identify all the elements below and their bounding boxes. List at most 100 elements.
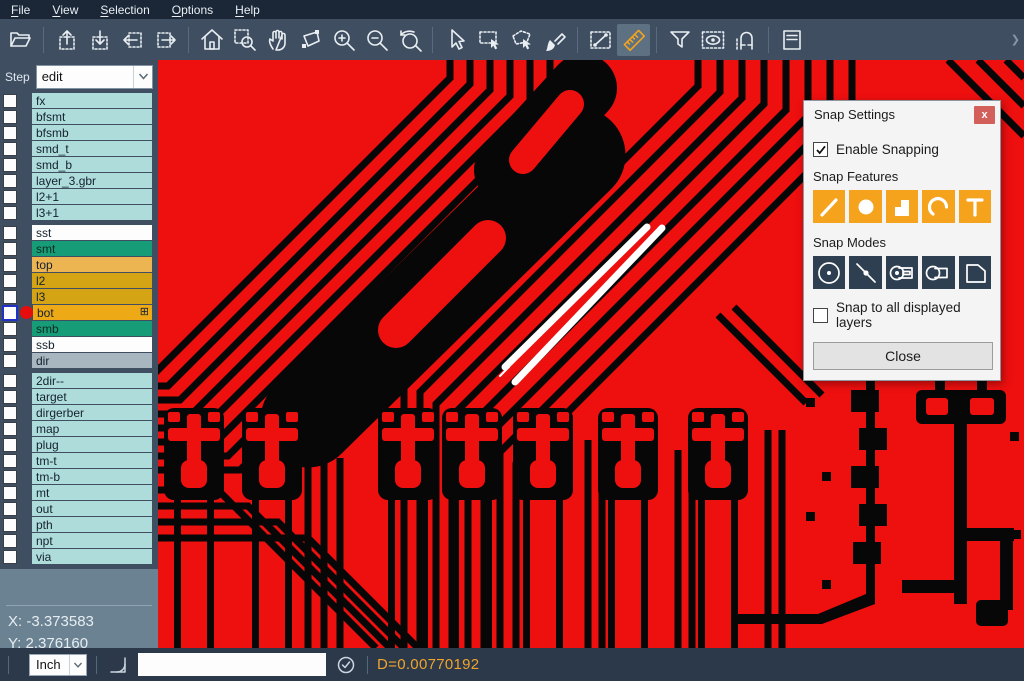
measure-distance-button[interactable] bbox=[584, 24, 617, 56]
layer-label[interactable]: l3 bbox=[32, 289, 152, 304]
select-arrow-button[interactable] bbox=[439, 24, 472, 56]
unit-select[interactable]: Inch bbox=[29, 654, 87, 676]
pan-down-button[interactable] bbox=[83, 24, 116, 56]
pan-hand-button[interactable] bbox=[261, 24, 294, 56]
layer-label[interactable]: pth bbox=[32, 517, 152, 532]
layer-label[interactable]: smt bbox=[32, 241, 152, 256]
home-view-button[interactable] bbox=[195, 24, 228, 56]
step-select[interactable]: edit bbox=[36, 65, 153, 89]
layer-label[interactable]: 2dir-- bbox=[32, 373, 152, 388]
snap-feature-text-button[interactable] bbox=[959, 190, 991, 223]
layer-checkbox[interactable] bbox=[3, 486, 17, 500]
layer-checkbox[interactable] bbox=[3, 274, 17, 288]
layer-label[interactable]: target bbox=[32, 389, 152, 404]
menu-item-file[interactable]: File bbox=[0, 0, 41, 19]
view-box-button[interactable] bbox=[696, 24, 729, 56]
layer-label[interactable]: l3+1 bbox=[32, 205, 152, 220]
snap-mode-contour-corner-button[interactable] bbox=[959, 256, 991, 289]
filter-button[interactable] bbox=[663, 24, 696, 56]
layer-checkbox[interactable] bbox=[3, 406, 17, 420]
layer-label[interactable]: npt bbox=[32, 533, 152, 548]
layer-checkbox[interactable] bbox=[2, 305, 18, 321]
refresh-check-icon[interactable] bbox=[334, 653, 358, 677]
layer-checkbox[interactable] bbox=[3, 242, 17, 256]
layer-label[interactable]: bfsmb bbox=[32, 125, 152, 140]
layer-label[interactable]: l2 bbox=[32, 273, 152, 288]
snap-feature-surface-button[interactable] bbox=[886, 190, 918, 223]
layer-checkbox[interactable] bbox=[3, 518, 17, 532]
layer-label[interactable]: top bbox=[32, 257, 152, 272]
dialog-title-bar[interactable]: Snap Settings x bbox=[804, 101, 1000, 128]
layer-label[interactable]: map bbox=[32, 421, 152, 436]
layer-label[interactable]: mt bbox=[32, 485, 152, 500]
all-layers-checkbox[interactable] bbox=[813, 308, 828, 323]
layer-checkbox[interactable] bbox=[3, 502, 17, 516]
enable-snapping-checkbox[interactable] bbox=[813, 142, 828, 157]
layer-checkbox[interactable] bbox=[3, 206, 17, 220]
snap-magnet-button[interactable] bbox=[729, 24, 762, 56]
layer-checkbox[interactable] bbox=[3, 94, 17, 108]
layer-checkbox[interactable] bbox=[3, 354, 17, 368]
layer-label[interactable]: smb bbox=[32, 321, 152, 336]
layer-checkbox[interactable] bbox=[3, 226, 17, 240]
menu-item-view[interactable]: View bbox=[41, 0, 89, 19]
zoom-in-button[interactable] bbox=[327, 24, 360, 56]
layer-checkbox[interactable] bbox=[3, 190, 17, 204]
layer-checkbox[interactable] bbox=[3, 126, 17, 140]
select-rectangle-button[interactable] bbox=[472, 24, 505, 56]
zoom-previous-button[interactable] bbox=[393, 24, 426, 56]
pan-left-button[interactable] bbox=[116, 24, 149, 56]
layer-label[interactable]: l2+1 bbox=[32, 189, 152, 204]
layer-checkbox[interactable] bbox=[3, 454, 17, 468]
layer-label[interactable]: smd_b bbox=[32, 157, 152, 172]
zoom-out-button[interactable] bbox=[360, 24, 393, 56]
snap-feature-line-button[interactable] bbox=[813, 190, 845, 223]
layer-checkbox[interactable] bbox=[3, 338, 17, 352]
layer-checkbox[interactable] bbox=[3, 158, 17, 172]
layer-checkbox[interactable] bbox=[3, 390, 17, 404]
layer-checkbox[interactable] bbox=[3, 110, 17, 124]
layer-label[interactable]: tm-b bbox=[32, 469, 152, 484]
layer-label[interactable]: ssb bbox=[32, 337, 152, 352]
layer-checkbox[interactable] bbox=[3, 322, 17, 336]
layer-label[interactable]: layer_3.gbr bbox=[32, 173, 152, 188]
snap-mode-pad-entry-button[interactable] bbox=[886, 256, 918, 289]
layer-label[interactable]: bot⊞ bbox=[33, 305, 152, 320]
snap-mode-pad-outline-button[interactable] bbox=[922, 256, 954, 289]
layer-label[interactable]: fx bbox=[32, 93, 152, 108]
layer-checkbox[interactable] bbox=[3, 470, 17, 484]
pan-up-button[interactable] bbox=[50, 24, 83, 56]
open-file-button[interactable] bbox=[4, 24, 37, 56]
angle-measure-icon[interactable] bbox=[106, 653, 130, 677]
pan-right-button[interactable] bbox=[149, 24, 182, 56]
layer-label[interactable]: tm-t bbox=[32, 453, 152, 468]
layer-checkbox[interactable] bbox=[3, 534, 17, 548]
menu-item-selection[interactable]: Selection bbox=[89, 0, 160, 19]
layer-checkbox[interactable] bbox=[3, 374, 17, 388]
layer-checkbox[interactable] bbox=[3, 422, 17, 436]
layer-label[interactable]: out bbox=[32, 501, 152, 516]
ruler-button[interactable] bbox=[617, 24, 650, 56]
layer-checkbox[interactable] bbox=[3, 550, 17, 564]
layer-label[interactable]: dir bbox=[32, 353, 152, 368]
snap-feature-pad-button[interactable] bbox=[849, 190, 881, 223]
layer-label[interactable]: dirgerber bbox=[32, 405, 152, 420]
layers-panel-button[interactable] bbox=[775, 24, 808, 56]
snap-feature-arc-button[interactable] bbox=[922, 190, 954, 223]
layer-label[interactable]: bfsmt bbox=[32, 109, 152, 124]
snap-mode-pad-center-button[interactable] bbox=[813, 256, 845, 289]
layer-label[interactable]: sst bbox=[32, 225, 152, 240]
layer-checkbox[interactable] bbox=[3, 290, 17, 304]
layer-label[interactable]: smd_t bbox=[32, 141, 152, 156]
layer-checkbox[interactable] bbox=[3, 438, 17, 452]
transform-polygon-button[interactable] bbox=[294, 24, 327, 56]
close-button[interactable]: Close bbox=[813, 342, 993, 370]
layer-label[interactable]: plug bbox=[32, 437, 152, 452]
close-icon[interactable]: x bbox=[974, 106, 995, 124]
clear-brush-button[interactable] bbox=[538, 24, 571, 56]
select-polygon-button[interactable] bbox=[505, 24, 538, 56]
menu-item-help[interactable]: Help bbox=[224, 0, 271, 19]
layer-checkbox[interactable] bbox=[3, 174, 17, 188]
command-input[interactable] bbox=[138, 653, 326, 676]
zoom-window-button[interactable] bbox=[228, 24, 261, 56]
